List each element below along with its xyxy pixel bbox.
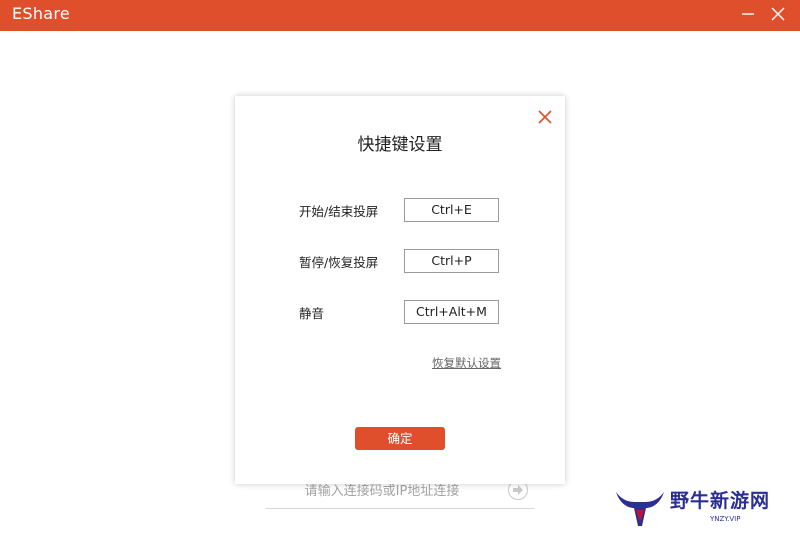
- shortcut-label-pause-resume: 暂停/恢复投屏: [299, 255, 379, 270]
- app-title: EShare: [12, 4, 71, 23]
- shortcut-settings-dialog: 快捷键设置 开始/结束投屏 Ctrl+E 暂停/恢复投屏 Ctrl+P 静音 C…: [235, 96, 565, 484]
- arrow-right-icon: [513, 485, 523, 495]
- shortcut-label-start-stop: 开始/结束投屏: [299, 204, 379, 219]
- dialog-title: 快捷键设置: [357, 135, 443, 155]
- title-bar: EShare: [0, 0, 800, 31]
- close-icon: [771, 7, 785, 21]
- dialog-close-button[interactable]: [537, 109, 553, 125]
- watermark-subtext: YNZY.VIP: [710, 515, 741, 523]
- close-icon: [538, 110, 552, 124]
- window-close-button[interactable]: [763, 0, 793, 31]
- confirm-button[interactable]: 确定: [355, 427, 445, 450]
- restore-defaults-link[interactable]: 恢复默认设置: [431, 355, 501, 371]
- minimize-icon: [742, 13, 754, 15]
- shortcut-field-pause-resume[interactable]: Ctrl+P: [404, 249, 499, 273]
- shortcut-field-mute[interactable]: Ctrl+Alt+M: [404, 300, 499, 324]
- watermark-text: 野牛新游网: [670, 490, 771, 512]
- bull-logo-icon: [616, 492, 664, 526]
- shortcut-label-mute: 静音: [299, 306, 325, 321]
- shortcut-field-start-stop[interactable]: Ctrl+E: [404, 198, 499, 222]
- minimize-button[interactable]: [733, 0, 763, 31]
- watermark: 野牛新游网 YNZY.VIP: [614, 488, 794, 528]
